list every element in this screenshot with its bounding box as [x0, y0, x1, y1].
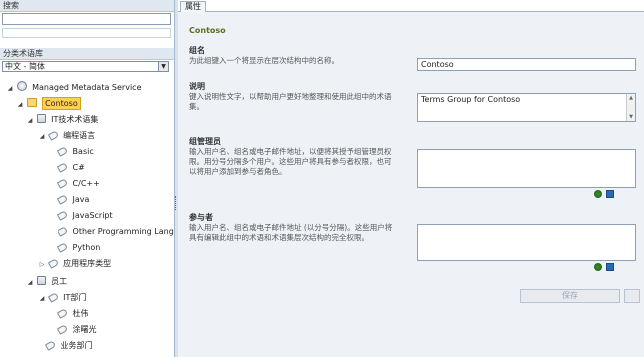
- tree-node-term[interactable]: Basic: [56, 145, 94, 159]
- tree-node-term[interactable]: 涂曙光: [56, 323, 97, 337]
- properties-pane: 属性 Contoso 组名 为此组键入一个将显示在层次结构中的名称。 Conto…: [178, 0, 644, 357]
- tree-node-label: IT部门: [63, 293, 87, 302]
- description-section-title: 说明: [189, 82, 205, 91]
- tab-properties[interactable]: 属性: [180, 1, 206, 12]
- search-results: [2, 28, 171, 38]
- page-title: Contoso: [189, 26, 226, 35]
- tree-node-label: 涂曙光: [72, 325, 97, 334]
- term-icon: [56, 162, 69, 173]
- tree-node-label: Python: [72, 243, 101, 252]
- tree-node-programming[interactable]: ◢ 编程语言: [38, 129, 95, 143]
- group-name-field[interactable]: Contoso: [417, 58, 636, 71]
- tree-node-label: Managed Metadata Service: [32, 83, 142, 92]
- tree-node-it-dept[interactable]: ◢ IT部门: [38, 291, 86, 305]
- tree-node-term[interactable]: 业务部门: [44, 339, 93, 353]
- tree-header: 分类术语库: [0, 48, 174, 60]
- term-icon: [56, 324, 69, 335]
- scroll-up-icon[interactable]: ▲: [627, 94, 635, 102]
- contributors-section-title: 参与者: [189, 213, 213, 222]
- search-input[interactable]: [2, 13, 171, 25]
- language-select[interactable]: 中文 - 简体 ▼: [2, 61, 169, 72]
- managers-section-desc: 输入用户名、组名或电子邮件地址，以便将其授予组管理员权限。用分号分隔多个用户。这…: [189, 147, 392, 176]
- tree-node-term[interactable]: Python: [56, 241, 101, 255]
- description-scrollbar[interactable]: ▲ ▼: [626, 94, 635, 121]
- tree-node-label: 编程语言: [63, 131, 96, 140]
- tree-node-termset-it[interactable]: ◢ IT技术术语集: [26, 113, 98, 127]
- language-select-value: 中文 - 简体: [5, 62, 45, 71]
- expand-icon[interactable]: ◢: [26, 114, 34, 128]
- tree-node-label: 员工: [51, 277, 68, 286]
- tree-node-label: Other Programming Langu: [72, 227, 174, 236]
- taxonomy-tree: ◢ Managed Metadata Service ◢ Contoso ◢ I…: [0, 78, 174, 357]
- tree-node-term[interactable]: Other Programming Langu: [58, 225, 174, 239]
- tree-node-label: C/C++: [72, 179, 100, 188]
- description-field[interactable]: Terms Group for Contoso ▲ ▼: [417, 93, 636, 122]
- tree-node-label: Java: [72, 195, 90, 204]
- check-names-icon[interactable]: [594, 190, 602, 198]
- expand-icon[interactable]: ◢: [6, 82, 14, 96]
- description-section-desc: 键入说明性文字，以帮助用户更好地整理和使用此组中的术语集。: [189, 92, 392, 111]
- term-icon: [56, 146, 69, 157]
- tree-node-apptype[interactable]: ▷ 应用程序类型: [38, 257, 111, 271]
- tree-node-label: JavaScript: [72, 211, 113, 220]
- chevron-down-icon[interactable]: ▼: [158, 62, 168, 71]
- address-book-icon[interactable]: [606, 263, 614, 271]
- tree-node-label: IT技术术语集: [51, 115, 99, 124]
- name-section-title: 组名: [189, 46, 205, 55]
- tree-node-label: 杜伟: [72, 309, 89, 318]
- tree-node-term[interactable]: JavaScript: [56, 209, 113, 223]
- service-icon: [16, 81, 27, 91]
- term-icon: [56, 210, 69, 221]
- expand-icon[interactable]: ▷: [38, 258, 46, 272]
- tree-node-service[interactable]: ◢ Managed Metadata Service: [6, 81, 141, 95]
- tree-node-term[interactable]: C#: [56, 161, 85, 175]
- tree-node-termset-staff[interactable]: ◢ 员工: [26, 275, 67, 289]
- tree-node-label: C#: [72, 163, 85, 172]
- tree-node-label: Basic: [72, 147, 94, 156]
- left-pane: 搜索 分类术语库 中文 - 简体 ▼ ◢ Managed Metadata Se…: [0, 0, 175, 357]
- check-names-icon[interactable]: [594, 263, 602, 271]
- term-icon: [56, 308, 69, 319]
- term-icon: [56, 178, 69, 189]
- term-icon: [47, 130, 59, 141]
- group-icon: [26, 98, 37, 107]
- scroll-down-icon[interactable]: ▼: [627, 113, 635, 121]
- termset-icon: [36, 276, 46, 285]
- term-icon: [58, 226, 69, 237]
- contributors-field[interactable]: [417, 224, 636, 261]
- name-section-desc: 为此组键入一个将显示在层次结构中的名称。: [189, 56, 339, 65]
- address-book-icon[interactable]: [606, 190, 614, 198]
- tree-node-label: 业务部门: [60, 341, 93, 350]
- properties-panel: Contoso 组名 为此组键入一个将显示在层次结构中的名称。 Contoso …: [178, 12, 644, 357]
- cancel-button[interactable]: [624, 289, 640, 303]
- expand-icon[interactable]: ◢: [16, 98, 24, 112]
- expand-icon[interactable]: ◢: [38, 130, 46, 144]
- contributors-section-desc: 输入用户名、组名或电子邮件地址 (以分号分隔)。这些用户将具有编辑此组中的术语和…: [189, 223, 393, 242]
- tree-node-label: Contoso: [42, 97, 81, 110]
- term-icon: [44, 340, 57, 351]
- expand-icon[interactable]: ◢: [38, 292, 46, 306]
- term-icon: [56, 242, 69, 253]
- managers-section-title: 组管理员: [189, 137, 221, 146]
- tree-node-term[interactable]: 杜伟: [56, 307, 89, 321]
- save-button[interactable]: 保存: [520, 289, 620, 303]
- term-icon: [47, 258, 59, 269]
- termset-icon: [36, 114, 46, 123]
- managers-field[interactable]: [417, 149, 636, 188]
- tree-node-label: 应用程序类型: [63, 259, 112, 268]
- tree-node-term[interactable]: Java: [56, 193, 90, 207]
- expand-icon[interactable]: ◢: [26, 276, 34, 290]
- tree-node-term[interactable]: C/C++: [56, 177, 100, 191]
- tab-strip: 属性: [178, 0, 644, 12]
- description-text: Terms Group for Contoso: [421, 95, 521, 104]
- tree-node-contoso[interactable]: ◢ Contoso: [16, 97, 81, 111]
- search-header: 搜索: [0, 0, 174, 12]
- term-icon: [56, 194, 69, 205]
- term-icon: [47, 292, 59, 303]
